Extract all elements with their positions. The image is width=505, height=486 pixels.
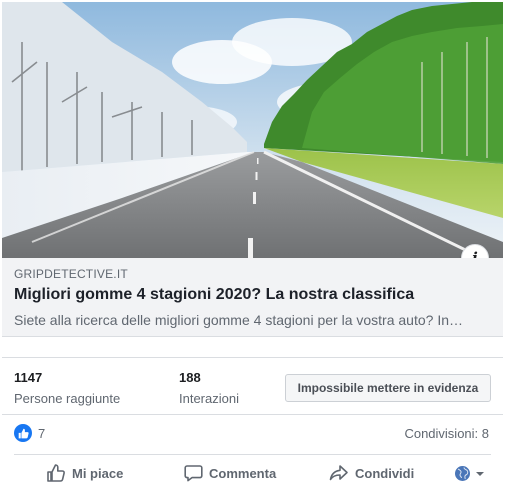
shares-count[interactable]: Condivisioni: 8 [404,426,489,441]
section-divider [2,357,503,358]
like-reaction-icon [14,424,32,442]
chevron-down-icon [476,471,484,476]
audience-selector[interactable] [454,465,485,482]
like-button[interactable]: Mi piace [46,464,123,482]
link-preview-image[interactable] [2,2,503,258]
reach-label: Persone raggiunte [14,391,121,406]
section-divider [2,414,503,415]
share-arrow-icon [329,465,348,481]
link-headline[interactable]: Migliori gomme 4 stagioni 2020? La nostr… [14,286,414,304]
globe-icon [455,466,470,481]
reach-stat: 1147 Persone raggiunte [14,370,120,406]
link-domain: GRIPDETECTIVE.IT [14,267,128,281]
like-label: Mi piace [72,465,124,481]
comment-icon [184,465,203,482]
interactions-value: 188 [179,370,201,385]
share-button[interactable]: Condividi [329,464,414,482]
reactions-count: 7 [38,425,46,441]
comment-label: Commenta [209,465,277,481]
boost-post-button[interactable]: Impossibile mettere in evidenza [285,374,491,402]
share-label: Condividi [355,465,415,481]
link-preview-meta[interactable]: GRIPDETECTIVE.IT Migliori gomme 4 stagio… [2,258,503,337]
comment-button[interactable]: Commenta [184,464,276,482]
section-divider [14,454,491,455]
thumbs-up-icon [47,464,65,482]
interactions-label: Interazioni [179,391,239,406]
post-card: i GRIPDETECTIVE.IT Migliori gomme 4 stag… [2,2,503,486]
reach-value: 1147 [14,370,43,385]
link-description: Siete alla ricerca delle migliori gomme … [14,312,463,328]
reactions-summary[interactable]: 7 [14,424,45,442]
interactions-stat: 188 Interazioni [179,370,239,406]
